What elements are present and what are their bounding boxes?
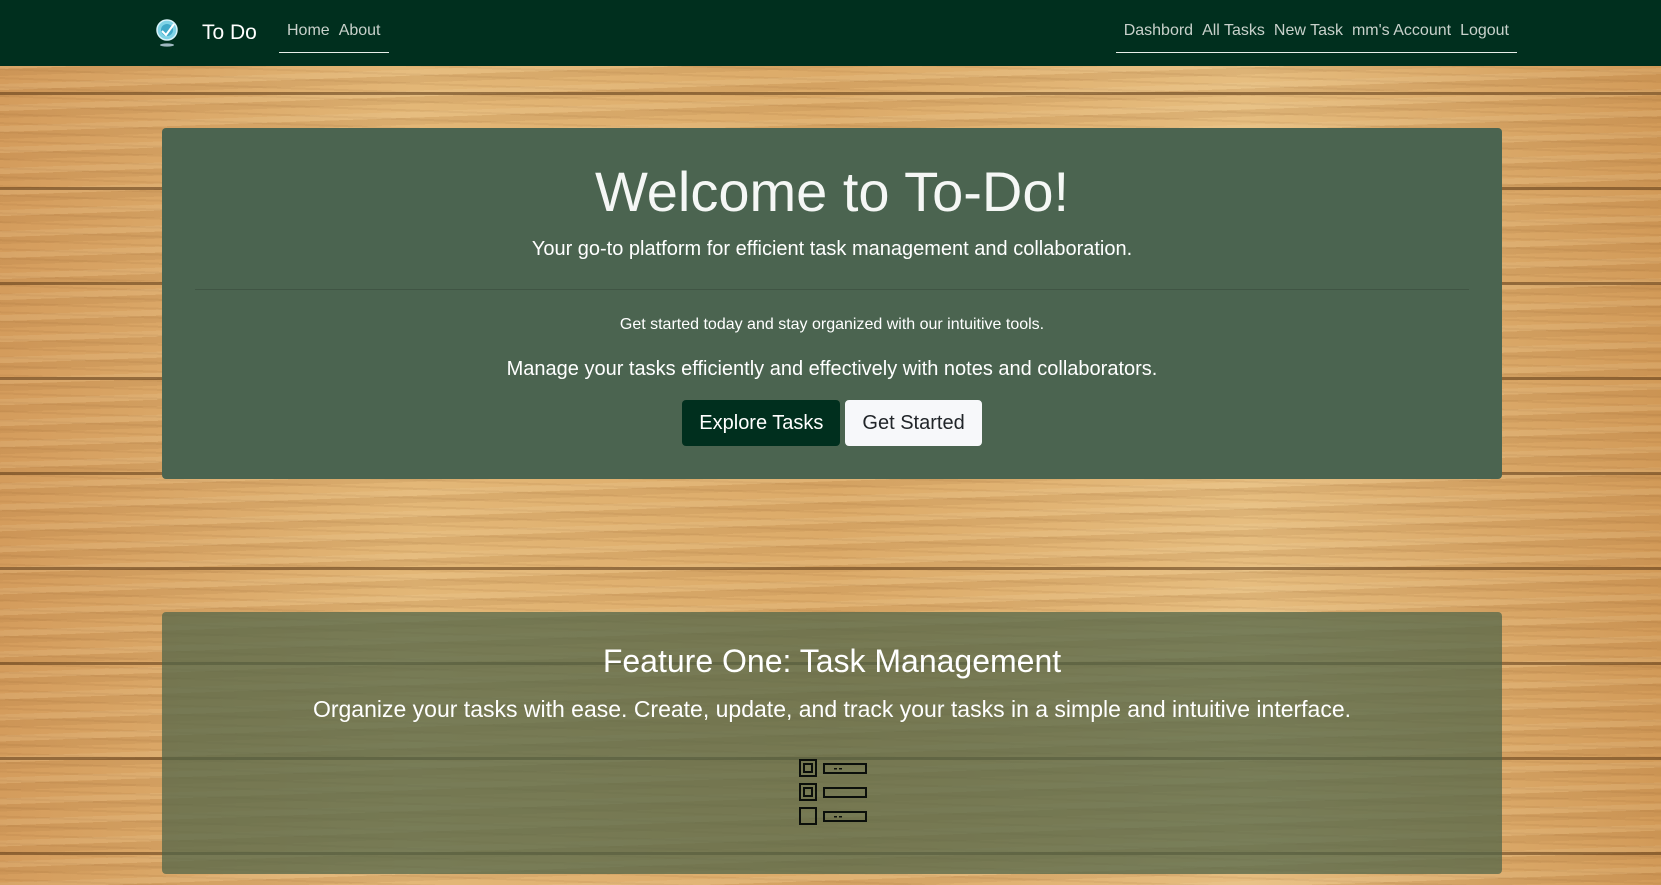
brand-name[interactable]: To Do xyxy=(202,20,257,46)
hero-subtext: Get started today and stay organized wit… xyxy=(619,316,1045,333)
explore-tasks-button[interactable]: Explore Tasks xyxy=(682,400,841,446)
primary-nav: Home About xyxy=(279,10,389,53)
hero-divider xyxy=(195,289,1469,290)
nav-logout-link[interactable]: Logout xyxy=(1460,22,1509,40)
get-started-button[interactable]: Get Started xyxy=(845,400,982,446)
nav-new-task-link[interactable]: New Task xyxy=(1274,22,1343,40)
nav-all-tasks-link[interactable]: All Tasks xyxy=(1202,22,1265,40)
feature-title: Feature One: Task Management xyxy=(602,643,1062,679)
nav-account-link[interactable]: mm's Account xyxy=(1352,22,1451,40)
hero-lead: Your go-to platform for efficient task m… xyxy=(531,238,1133,260)
feature-description: Organize your tasks with ease. Create, u… xyxy=(312,696,1352,722)
hero-title: Welcome to To-Do! xyxy=(594,160,1070,223)
feature-one-card: Feature One: Task Management Organize yo… xyxy=(162,612,1502,874)
top-navbar: To Do Home About Dashbord All Tasks New … xyxy=(0,0,1661,66)
hero-manage-text: Manage your tasks efficiently and effect… xyxy=(506,358,1158,380)
nav-home-link[interactable]: Home xyxy=(287,22,330,40)
task-list-icon xyxy=(799,759,867,825)
hero-actions: Explore Tasks Get Started xyxy=(162,400,1502,446)
welcome-jumbotron: Welcome to To-Do! Your go-to platform fo… xyxy=(162,128,1502,479)
brand-logo-icon[interactable] xyxy=(154,18,180,48)
nav-about-link[interactable]: About xyxy=(339,22,381,40)
user-nav: Dashbord All Tasks New Task mm's Account… xyxy=(1115,10,1517,53)
nav-dashboard-link[interactable]: Dashbord xyxy=(1124,22,1193,40)
